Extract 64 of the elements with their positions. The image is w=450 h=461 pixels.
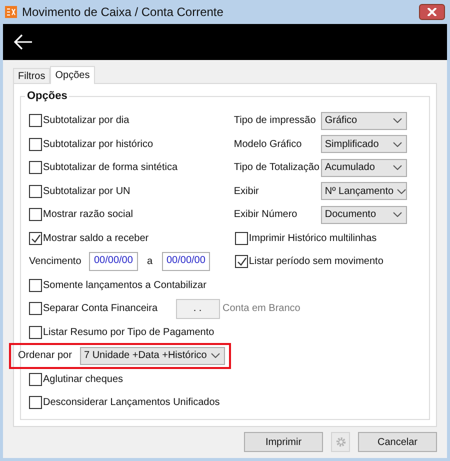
chevron-icon: [392, 212, 402, 218]
checkbox[interactable]: [29, 372, 42, 386]
button[interactable]: Imprimir: [244, 432, 323, 452]
checkbox-label: Subtotalizar por UN: [43, 186, 130, 197]
field-label: Vencimento: [29, 256, 82, 268]
tab[interactable]: Filtros: [13, 68, 50, 83]
checkbox[interactable]: [29, 161, 42, 174]
check-icon: [30, 232, 41, 244]
app-icon: [5, 6, 17, 18]
checkbox[interactable]: [29, 184, 42, 198]
dropdown[interactable]: 7 Unidade +Data +Histórico: [80, 346, 225, 365]
checkbox-label: Separar Conta Financeira: [43, 303, 158, 314]
dropdown[interactable]: Acumulado: [320, 158, 407, 177]
checkbox-label: Listar período sem movimento: [248, 256, 384, 268]
checkbox[interactable]: [29, 138, 42, 151]
field-label: Tipo de impressão: [234, 115, 317, 126]
checkbox[interactable]: [29, 232, 42, 245]
check-icon: [236, 256, 247, 268]
checkbox-label: Desconsiderar Lançamentos Unificados: [43, 397, 220, 408]
chevron-icon: [396, 188, 406, 194]
window-title: Movimento de Caixa / Conta Corrente: [22, 5, 224, 19]
checkbox[interactable]: [29, 302, 42, 316]
checkbox[interactable]: [29, 114, 42, 128]
back-button[interactable]: [13, 34, 33, 50]
checkbox[interactable]: [234, 255, 248, 268]
checkbox-label: Listar Resumo por Tipo de Pagamento: [43, 326, 214, 338]
gear-icon: [334, 436, 346, 448]
close-icon: [427, 8, 437, 16]
hint-text: Conta em Branco: [222, 303, 300, 314]
checkbox-label: Subtotalizar por histórico: [43, 138, 154, 150]
arrow-icon: [13, 34, 33, 50]
chevron-icon: [211, 353, 220, 358]
button[interactable]: Cancelar: [358, 432, 437, 452]
date-field[interactable]: 00/00/00: [89, 252, 138, 272]
date-field[interactable]: 00/00/00: [162, 252, 210, 272]
checkbox-label: Subtotalizar por dia: [43, 115, 130, 126]
checkbox-label: Mostrar saldo a receber: [43, 232, 149, 244]
checkbox[interactable]: [29, 396, 42, 410]
field-label: Ordenar por: [18, 350, 73, 362]
checkbox[interactable]: [29, 278, 42, 292]
dropdown[interactable]: Nº Lançamento: [320, 182, 407, 200]
checkbox-label: Imprimir Histórico multilinhas: [248, 232, 377, 244]
checkbox[interactable]: [234, 232, 248, 245]
account-field[interactable]: . .: [176, 298, 220, 319]
chevron-icon: [392, 142, 402, 147]
group-title: Opções: [25, 90, 70, 102]
field-label: Tipo de Totalização: [234, 162, 320, 174]
chevron-icon: [392, 118, 402, 124]
dropdown[interactable]: Gráfico: [320, 112, 407, 130]
checkbox-label: Somente lançamentos a Contabilizar: [43, 280, 206, 291]
field-label: Modelo Gráfico: [234, 138, 303, 150]
dropdown[interactable]: Simplificado: [320, 135, 407, 154]
checkbox-label: Mostrar razão social: [43, 209, 134, 220]
field-label: Exibir Número: [234, 209, 298, 220]
separator-text: a: [146, 256, 152, 268]
checkbox[interactable]: [29, 326, 42, 339]
chevron-icon: [392, 165, 402, 170]
field-label: Exibir: [234, 186, 260, 197]
checkbox-label: Subtotalizar de forma sintética: [43, 162, 178, 174]
tab[interactable]: Opções: [50, 66, 95, 84]
checkbox[interactable]: [29, 208, 42, 222]
dropdown[interactable]: Documento: [320, 206, 407, 224]
checkbox-label: Aglutinar cheques: [43, 374, 124, 385]
close-button[interactable]: [419, 4, 445, 20]
